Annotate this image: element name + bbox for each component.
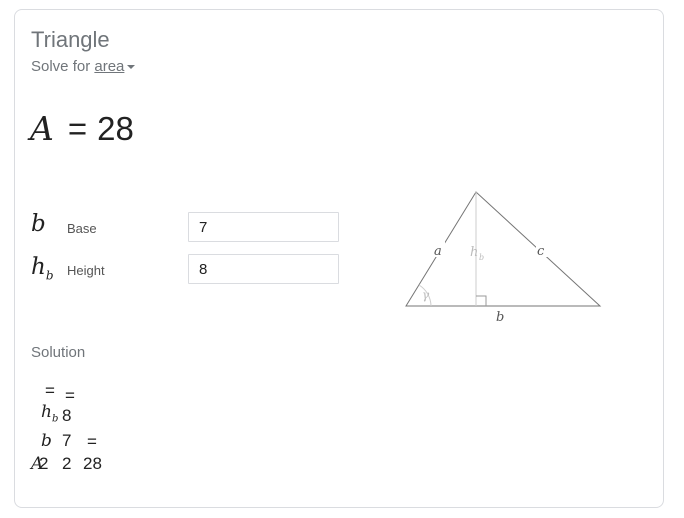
- solve-for-value: area: [94, 58, 125, 75]
- side-label-c: c: [537, 244, 545, 259]
- side-label-b: b: [496, 310, 504, 325]
- result-value: 28: [97, 110, 134, 147]
- solution-hb-var: hb: [41, 402, 58, 424]
- solution-eq-2: =: [65, 386, 75, 405]
- base-symbol: b: [31, 211, 46, 237]
- solution-two-2: 2: [62, 454, 72, 473]
- height-label: Height: [67, 263, 105, 278]
- solution-result: 28: [83, 454, 102, 473]
- result-equals: =: [67, 110, 88, 147]
- angle-label-gamma: γ: [422, 288, 430, 302]
- result-line: A = 28: [30, 109, 134, 148]
- solve-for-line: Solve for area: [31, 58, 136, 75]
- base-input[interactable]: [188, 212, 339, 242]
- side-label-a: a: [434, 244, 442, 259]
- solve-for-dropdown[interactable]: area: [94, 58, 136, 75]
- solution-b-value: 7: [62, 431, 72, 450]
- height-label-h: h: [470, 245, 478, 260]
- triangle-diagram: a c b h b γ: [405, 191, 602, 325]
- solution-eq-3: =: [87, 432, 97, 451]
- solve-for-prefix: Solve for: [31, 58, 95, 75]
- solution-b-var: b: [41, 431, 52, 451]
- solution-eq-1: =: [45, 381, 55, 400]
- chevron-down-icon: [127, 65, 136, 70]
- solution-hb-value: 8: [62, 406, 72, 425]
- solution-title: Solution: [31, 344, 86, 361]
- result-variable: A: [30, 109, 54, 148]
- solution-hb-sub: b: [51, 413, 59, 425]
- base-symbol-text: b: [31, 211, 46, 237]
- right-angle-marker: [476, 295, 487, 306]
- height-symbol: hb: [31, 254, 54, 283]
- height-symbol-text: h: [31, 254, 46, 280]
- base-label: Base: [67, 221, 97, 236]
- solution-hb-letter: h: [41, 402, 52, 422]
- height-symbol-subscript: b: [45, 268, 54, 283]
- height-input[interactable]: [188, 254, 339, 284]
- calculator-title: Triangle: [31, 27, 110, 52]
- solution-two-1: 2: [39, 454, 49, 473]
- height-label-sub: b: [479, 253, 484, 262]
